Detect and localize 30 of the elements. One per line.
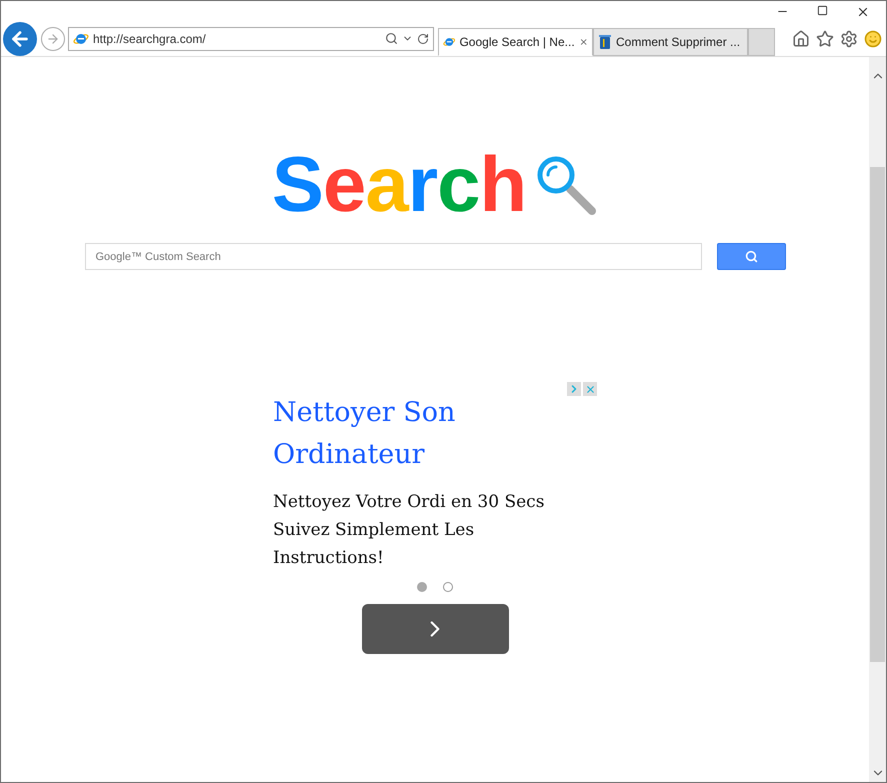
trash-bin-icon xyxy=(598,34,612,50)
tab-title: Google Search | Ne... xyxy=(459,34,575,51)
ad-title[interactable]: Nettoyer Son Ordinateur xyxy=(273,392,597,476)
refresh-icon[interactable] xyxy=(417,32,429,44)
star-icon[interactable] xyxy=(816,30,834,48)
logo-letter: S xyxy=(272,145,323,223)
settings-icon[interactable] xyxy=(840,30,858,48)
browser-tab[interactable]: Comment Supprimer ... xyxy=(593,28,748,56)
logo-letter: c xyxy=(437,145,480,223)
magnifier-logo-icon xyxy=(536,155,598,217)
search-field[interactable]: Google™ Custom Search xyxy=(84,243,702,270)
url-text: http://searchgra.com/ xyxy=(93,30,207,48)
scrollbar[interactable] xyxy=(869,57,886,782)
logo-letter: a xyxy=(365,145,408,223)
close-icon[interactable] xyxy=(856,5,870,19)
maximize-icon[interactable] xyxy=(817,5,828,16)
browser-tab[interactable]: Google Search | Ne... xyxy=(438,28,593,56)
logo-letter: e xyxy=(322,145,366,223)
forward-arrow-icon xyxy=(46,32,60,46)
search-icon[interactable] xyxy=(385,32,398,45)
tab-title: Comment Supprimer ... xyxy=(616,34,742,51)
home-icon[interactable] xyxy=(792,30,810,48)
logo-letter: r xyxy=(408,145,438,223)
search-icon xyxy=(744,250,758,263)
ad-text: Nettoyez Votre Ordi en 30 Secs Suivez Simplement Les Instructions! xyxy=(273,491,546,570)
back-button[interactable] xyxy=(3,22,37,56)
search-button[interactable] xyxy=(716,243,786,270)
address-bar[interactable]: http://searchgra.com/ xyxy=(68,26,434,50)
logo-letter: h xyxy=(479,145,526,223)
smiley-icon[interactable] xyxy=(864,30,882,48)
